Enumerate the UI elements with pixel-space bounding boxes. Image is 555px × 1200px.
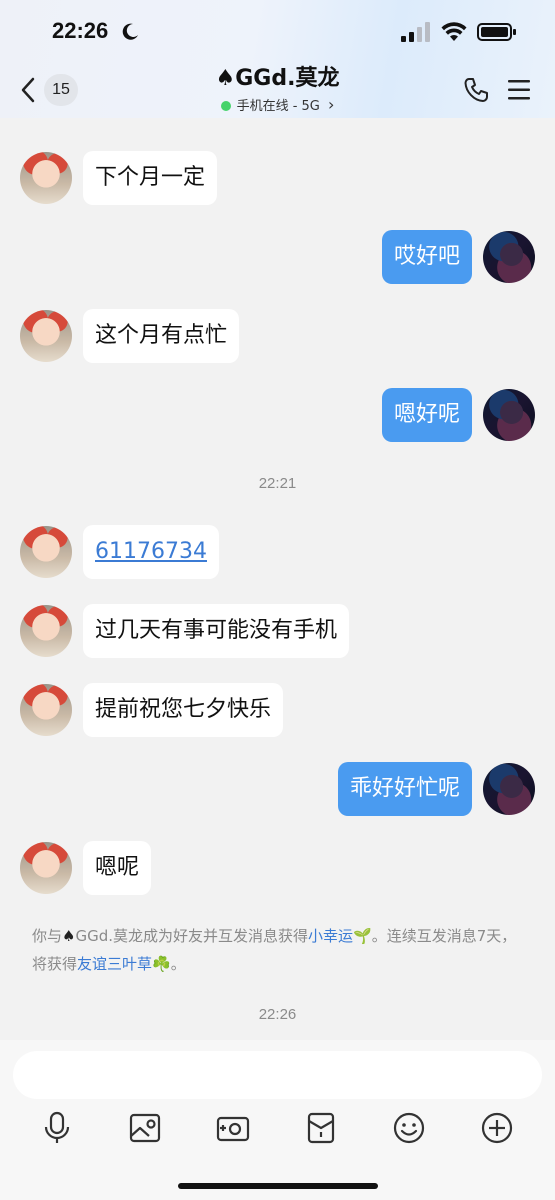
notice-text: GGd.莫龙成为好友并互发消息获得: [75, 927, 309, 945]
notice-text: 你与: [32, 927, 63, 945]
clover-link[interactable]: 友谊三叶草: [77, 955, 152, 973]
incoming-message[interactable]: 下个月一定: [83, 151, 218, 205]
contact-avatar[interactable]: [20, 310, 72, 362]
lucky-link[interactable]: 小幸运: [308, 927, 353, 945]
moon-icon: [122, 23, 138, 40]
spade-icon: ♠: [62, 927, 76, 945]
header-bar: 22:26 15 ♠GGd.莫龙 手机在线 - 5G ›: [0, 0, 555, 118]
user-avatar[interactable]: [483, 231, 535, 283]
status-time: 22:26: [52, 18, 109, 43]
contact-avatar[interactable]: [20, 684, 72, 736]
outgoing-message[interactable]: 哎好吧: [381, 230, 472, 284]
camera-icon[interactable]: [215, 1110, 251, 1146]
home-indicator[interactable]: [178, 1183, 378, 1189]
incoming-message[interactable]: 提前祝您七夕快乐: [83, 683, 284, 737]
outgoing-message[interactable]: 乖好好忙呢: [337, 762, 472, 816]
message-input[interactable]: [13, 1051, 542, 1099]
time-divider: 22:26: [258, 1006, 297, 1023]
emoji-icon[interactable]: [391, 1110, 427, 1146]
chat-screen: 22:26 15 ♠GGd.莫龙 手机在线 - 5G › 下个月一定 哎好吧 这…: [0, 0, 555, 1200]
image-icon[interactable]: [127, 1110, 163, 1146]
contact-avatar[interactable]: [20, 526, 72, 578]
chevron-right-icon: ›: [328, 95, 335, 114]
clover-icon: ☘️: [152, 955, 171, 973]
input-bar: [0, 1040, 555, 1200]
time-divider: 22:21: [258, 475, 297, 492]
friendship-system-notice: 你与♠GGd.莫龙成为好友并互发消息获得小幸运🌱。连续互发消息7天，将获得友谊三…: [32, 922, 527, 978]
contact-avatar[interactable]: [20, 605, 72, 657]
battery-icon: [477, 23, 516, 41]
user-avatar[interactable]: [483, 389, 535, 441]
microphone-icon[interactable]: [39, 1110, 75, 1146]
incoming-message[interactable]: 61176734: [83, 525, 219, 579]
phone-number-link[interactable]: 61176734: [95, 539, 207, 564]
incoming-message[interactable]: 这个月有点忙: [83, 309, 240, 363]
notice-text: 。: [170, 955, 186, 973]
sprout-icon: 🌱: [353, 927, 372, 945]
plus-icon[interactable]: [479, 1110, 515, 1146]
online-status-text: 手机在线 - 5G: [236, 99, 320, 114]
menu-icon[interactable]: [506, 78, 532, 102]
user-avatar[interactable]: [483, 763, 535, 815]
cellular-signal-icon: [401, 22, 430, 42]
incoming-message[interactable]: 过几天有事可能没有手机: [83, 604, 350, 658]
wifi-icon: [441, 22, 467, 41]
online-dot: [220, 101, 231, 111]
phone-icon[interactable]: [462, 76, 490, 104]
status-icons: [401, 22, 517, 42]
contact-avatar[interactable]: [20, 152, 72, 204]
incoming-message[interactable]: 嗯呢: [83, 841, 152, 895]
red-packet-icon[interactable]: [303, 1110, 339, 1146]
outgoing-message[interactable]: 嗯好呢: [381, 388, 472, 442]
contact-avatar[interactable]: [20, 842, 72, 894]
